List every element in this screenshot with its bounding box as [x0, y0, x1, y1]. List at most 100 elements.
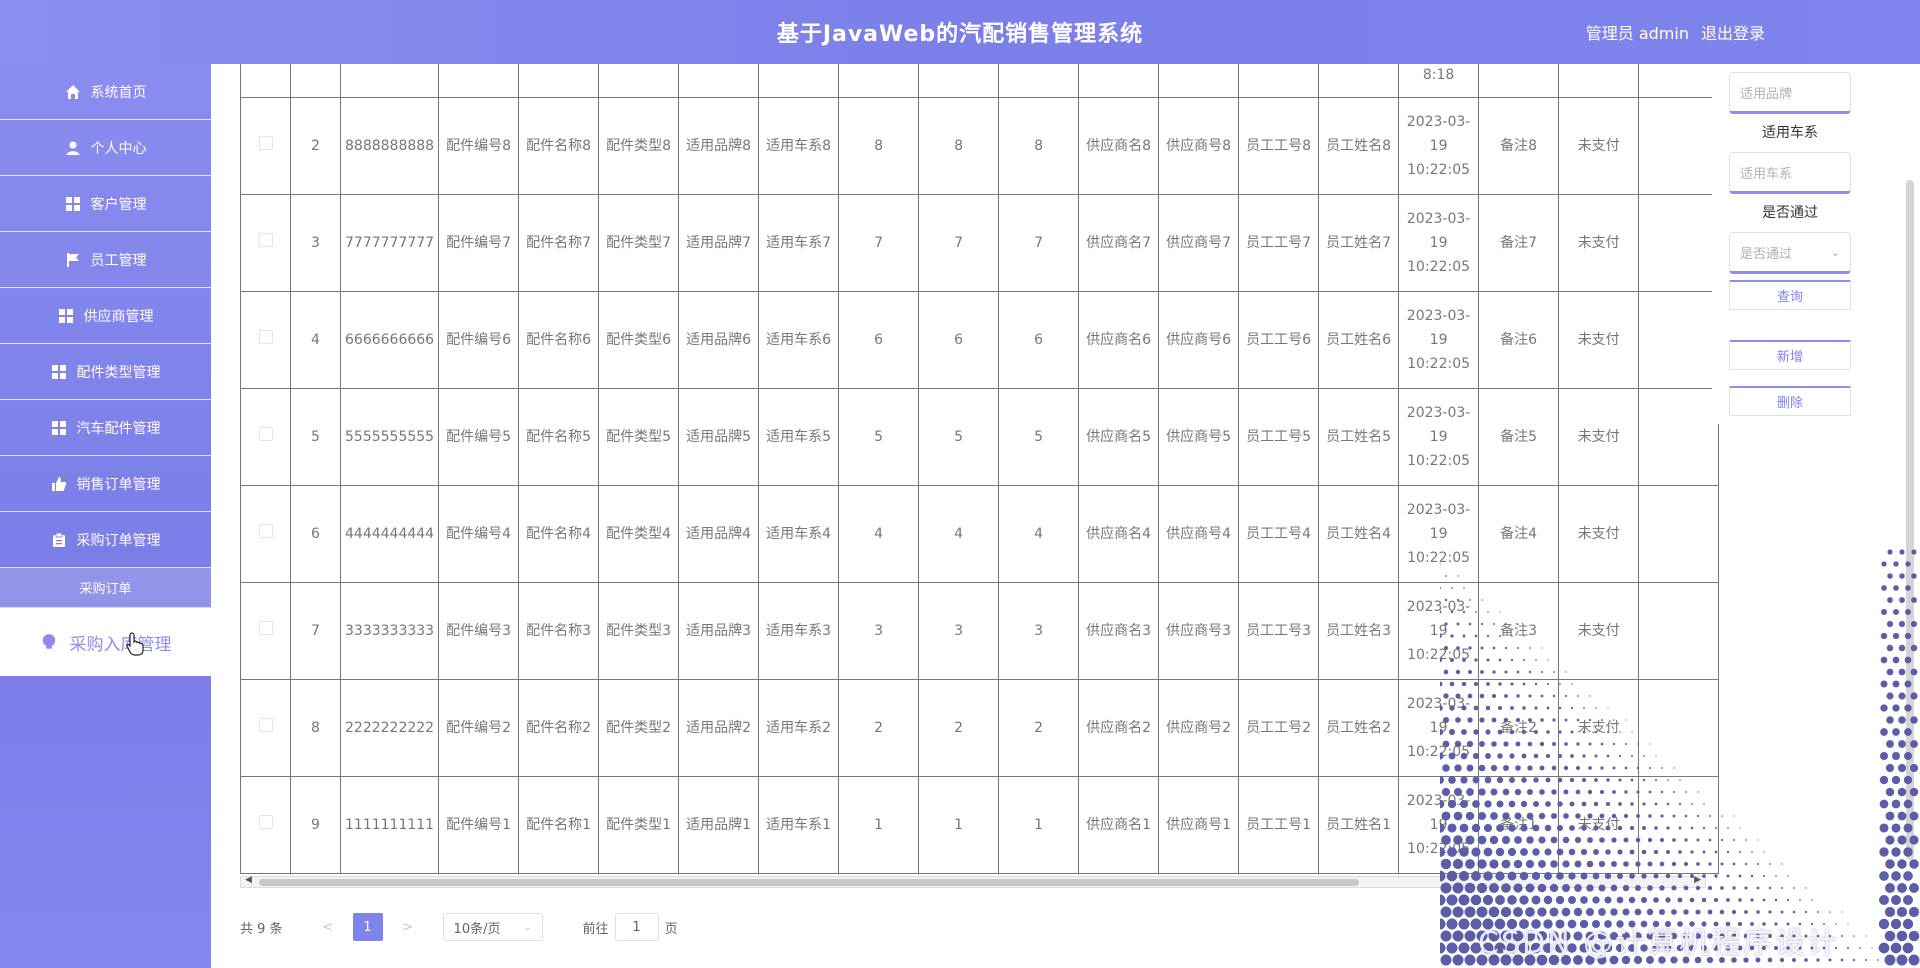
row-checkbox[interactable]	[258, 815, 273, 829]
pass-select[interactable]: 是否通过 ⌄	[1729, 232, 1851, 274]
table-cell-n3: 3	[998, 582, 1080, 680]
clipboard-icon	[52, 532, 65, 547]
row-checkbox-cell[interactable]	[240, 776, 291, 874]
halftone-dot	[1719, 909, 1725, 915]
table-row[interactable]: 7 3333333333 配件编号3 配件名称3 配件类型3 适用品牌3 适用车系3 3 3 3 供…	[240, 582, 1720, 680]
table-cell-emp-no: 员工工号2	[1238, 679, 1320, 777]
halftone-dot	[1841, 911, 1843, 913]
delete-button[interactable]: 删除	[1729, 386, 1851, 416]
table-cell-order-no: 1111111111	[339, 776, 440, 874]
sidebar-item-car-parts[interactable]: 汽车配件管理	[0, 400, 211, 456]
page-vertical-scrollbar[interactable]	[1906, 180, 1914, 860]
chevron-down-icon: ⌄	[1830, 245, 1840, 259]
prev-page-button[interactable]: <	[313, 920, 343, 935]
table-cell-supplier-no: 供应商号6	[1158, 291, 1240, 389]
query-button[interactable]: 查询	[1729, 280, 1851, 310]
row-checkbox-cell[interactable]	[240, 679, 291, 777]
row-checkbox[interactable]	[258, 718, 273, 732]
sidebar-item-employees[interactable]: 员工管理	[0, 232, 211, 288]
halftone-dot	[1744, 886, 1748, 890]
halftone-dot	[1829, 911, 1831, 913]
halftone-dot	[1884, 954, 1896, 966]
table-cell-series: 适用车系8	[758, 97, 840, 195]
row-checkbox[interactable]	[258, 233, 273, 247]
row-checkbox-cell[interactable]	[240, 291, 291, 389]
table-row[interactable]: 4 6666666666 配件编号6 配件名称6 配件类型6 适用品牌6 适用车系6 6 6 6 供…	[240, 291, 1720, 389]
logout-link[interactable]: 退出登录	[1701, 20, 1765, 44]
scroll-right-icon[interactable]: ▶	[1694, 875, 1701, 885]
table-row[interactable]: 5 5555555555 配件编号5 配件名称5 配件类型5 适用品牌5 适用车系5 5 5 5 供…	[240, 388, 1720, 486]
sidebar-item-home[interactable]: 系统首页	[0, 64, 211, 120]
table-cell-supplier-name: 供应商名4	[1078, 485, 1160, 583]
table-cell-n3: 8	[998, 97, 1080, 195]
table-cell-n2: 5	[918, 388, 1000, 486]
grid-icon	[65, 196, 80, 211]
table-cell-idx: 7	[290, 582, 341, 680]
submenu-title[interactable]: 采购订单	[0, 568, 211, 608]
table-row[interactable]: 9 1111111111 配件编号1 配件名称1 配件类型1 适用品牌1 适用车系1 1 1 1 供…	[240, 776, 1720, 874]
brand-input[interactable]: 适用品牌	[1729, 72, 1851, 114]
series-input[interactable]: 适用车系	[1729, 152, 1851, 194]
scrollbar-thumb[interactable]	[259, 879, 1359, 886]
sidebar-item-part-types[interactable]: 配件类型管理	[0, 344, 211, 400]
row-checkbox-cell[interactable]	[240, 97, 291, 195]
next-page-button[interactable]: >	[393, 920, 423, 935]
sidebar-item-profile[interactable]: 个人中心	[0, 120, 211, 176]
table-cell-actions	[1638, 194, 1720, 292]
row-checkbox[interactable]	[258, 621, 273, 635]
sidebar-item-sales-orders[interactable]: 销售订单管理	[0, 456, 211, 512]
table-cell-idx: 3	[290, 194, 341, 292]
table-cell-time: 2023-03-19 10:22:05	[1398, 582, 1480, 680]
table-cell-actions	[1638, 291, 1720, 389]
sidebar-item-suppliers[interactable]: 供应商管理	[0, 288, 211, 344]
row-checkbox[interactable]	[258, 330, 273, 344]
table-cell-brand: 适用品牌8	[678, 97, 760, 195]
table-cell-supplier-no: 供应商号7	[1158, 194, 1240, 292]
table-cell-supplier-name: 供应商名1	[1078, 776, 1160, 874]
row-checkbox-cell[interactable]	[240, 582, 291, 680]
row-checkbox[interactable]	[258, 524, 273, 538]
table-cell-pay: 未支付	[1558, 388, 1640, 486]
table-horizontal-scrollbar[interactable]: ◀ ▶	[240, 875, 1706, 888]
table-cell-pay: 未支付	[1558, 582, 1640, 680]
home-icon	[65, 84, 80, 99]
table-cell-part-name: 配件名称4	[518, 485, 600, 583]
table-cell-actions	[1638, 388, 1720, 486]
table-row[interactable]: 3 7777777777 配件编号7 配件名称7 配件类型7 适用品牌7 适用车系7 7 7 7 供…	[240, 194, 1720, 292]
table-cell-actions	[1638, 679, 1720, 777]
halftone-dot	[1847, 923, 1849, 925]
halftone-dot	[1793, 887, 1795, 889]
row-checkbox-cell[interactable]	[240, 388, 291, 486]
table-row[interactable]: 6 4444444444 配件编号4 配件名称4 配件类型4 适用品牌4 适用车系4 4 4 4 供…	[240, 485, 1720, 583]
page-size-select[interactable]: 10条/页 ⌄	[442, 913, 543, 941]
table-cell-pay: 未支付	[1558, 97, 1640, 195]
table-cell-brand: 适用品牌2	[678, 679, 760, 777]
row-checkbox[interactable]	[258, 136, 273, 150]
table-cell-part-name: 配件名称8	[518, 97, 600, 195]
table-cell-order-no: 4444444444	[339, 485, 440, 583]
goto-page-input[interactable]: 1	[614, 913, 659, 941]
table-cell-part-no: 配件编号1	[438, 776, 520, 874]
table-cell-emp-no: 员工工号6	[1238, 291, 1320, 389]
table-cell-time: 2023-03-19 10:22:05	[1398, 388, 1480, 486]
row-checkbox-cell[interactable]	[240, 485, 291, 583]
row-checkbox-cell[interactable]	[240, 194, 291, 292]
table-cell-part-type: 配件类型2	[598, 679, 680, 777]
sidebar-item-purchase-orders[interactable]: 采购订单管理	[0, 512, 211, 568]
row-checkbox[interactable]	[258, 427, 273, 441]
add-button[interactable]: 新增	[1729, 340, 1851, 370]
table-cell-idx: 9	[290, 776, 341, 874]
halftone-dot	[1786, 898, 1790, 902]
data-table-container[interactable]: 8:18 2 8888888888 配件编号8 配件名称8 配件类型8 适用品牌8 适用车系…	[240, 0, 1920, 874]
page-number-current[interactable]: 1	[352, 913, 383, 941]
table-cell-part-no: 配件编号3	[438, 582, 520, 680]
halftone-dot	[1732, 886, 1736, 890]
sidebar-item-purchase-inbound[interactable]: 采购入库管理	[0, 608, 211, 676]
table-row[interactable]: 8 2222222222 配件编号2 配件名称2 配件类型2 适用品牌2 适用车系2 2 2 2 供…	[240, 679, 1720, 777]
sidebar-item-customers[interactable]: 客户管理	[0, 176, 211, 232]
table-cell-supplier-name: 供应商名5	[1078, 388, 1160, 486]
sidebar-item-label: 汽车配件管理	[76, 420, 161, 437]
table-cell-order-no: 2222222222	[339, 679, 440, 777]
scroll-left-icon[interactable]: ◀	[245, 875, 252, 885]
table-row[interactable]: 2 8888888888 配件编号8 配件名称8 配件类型8 适用品牌8 适用车系8 8 8 8 供…	[240, 97, 1720, 195]
